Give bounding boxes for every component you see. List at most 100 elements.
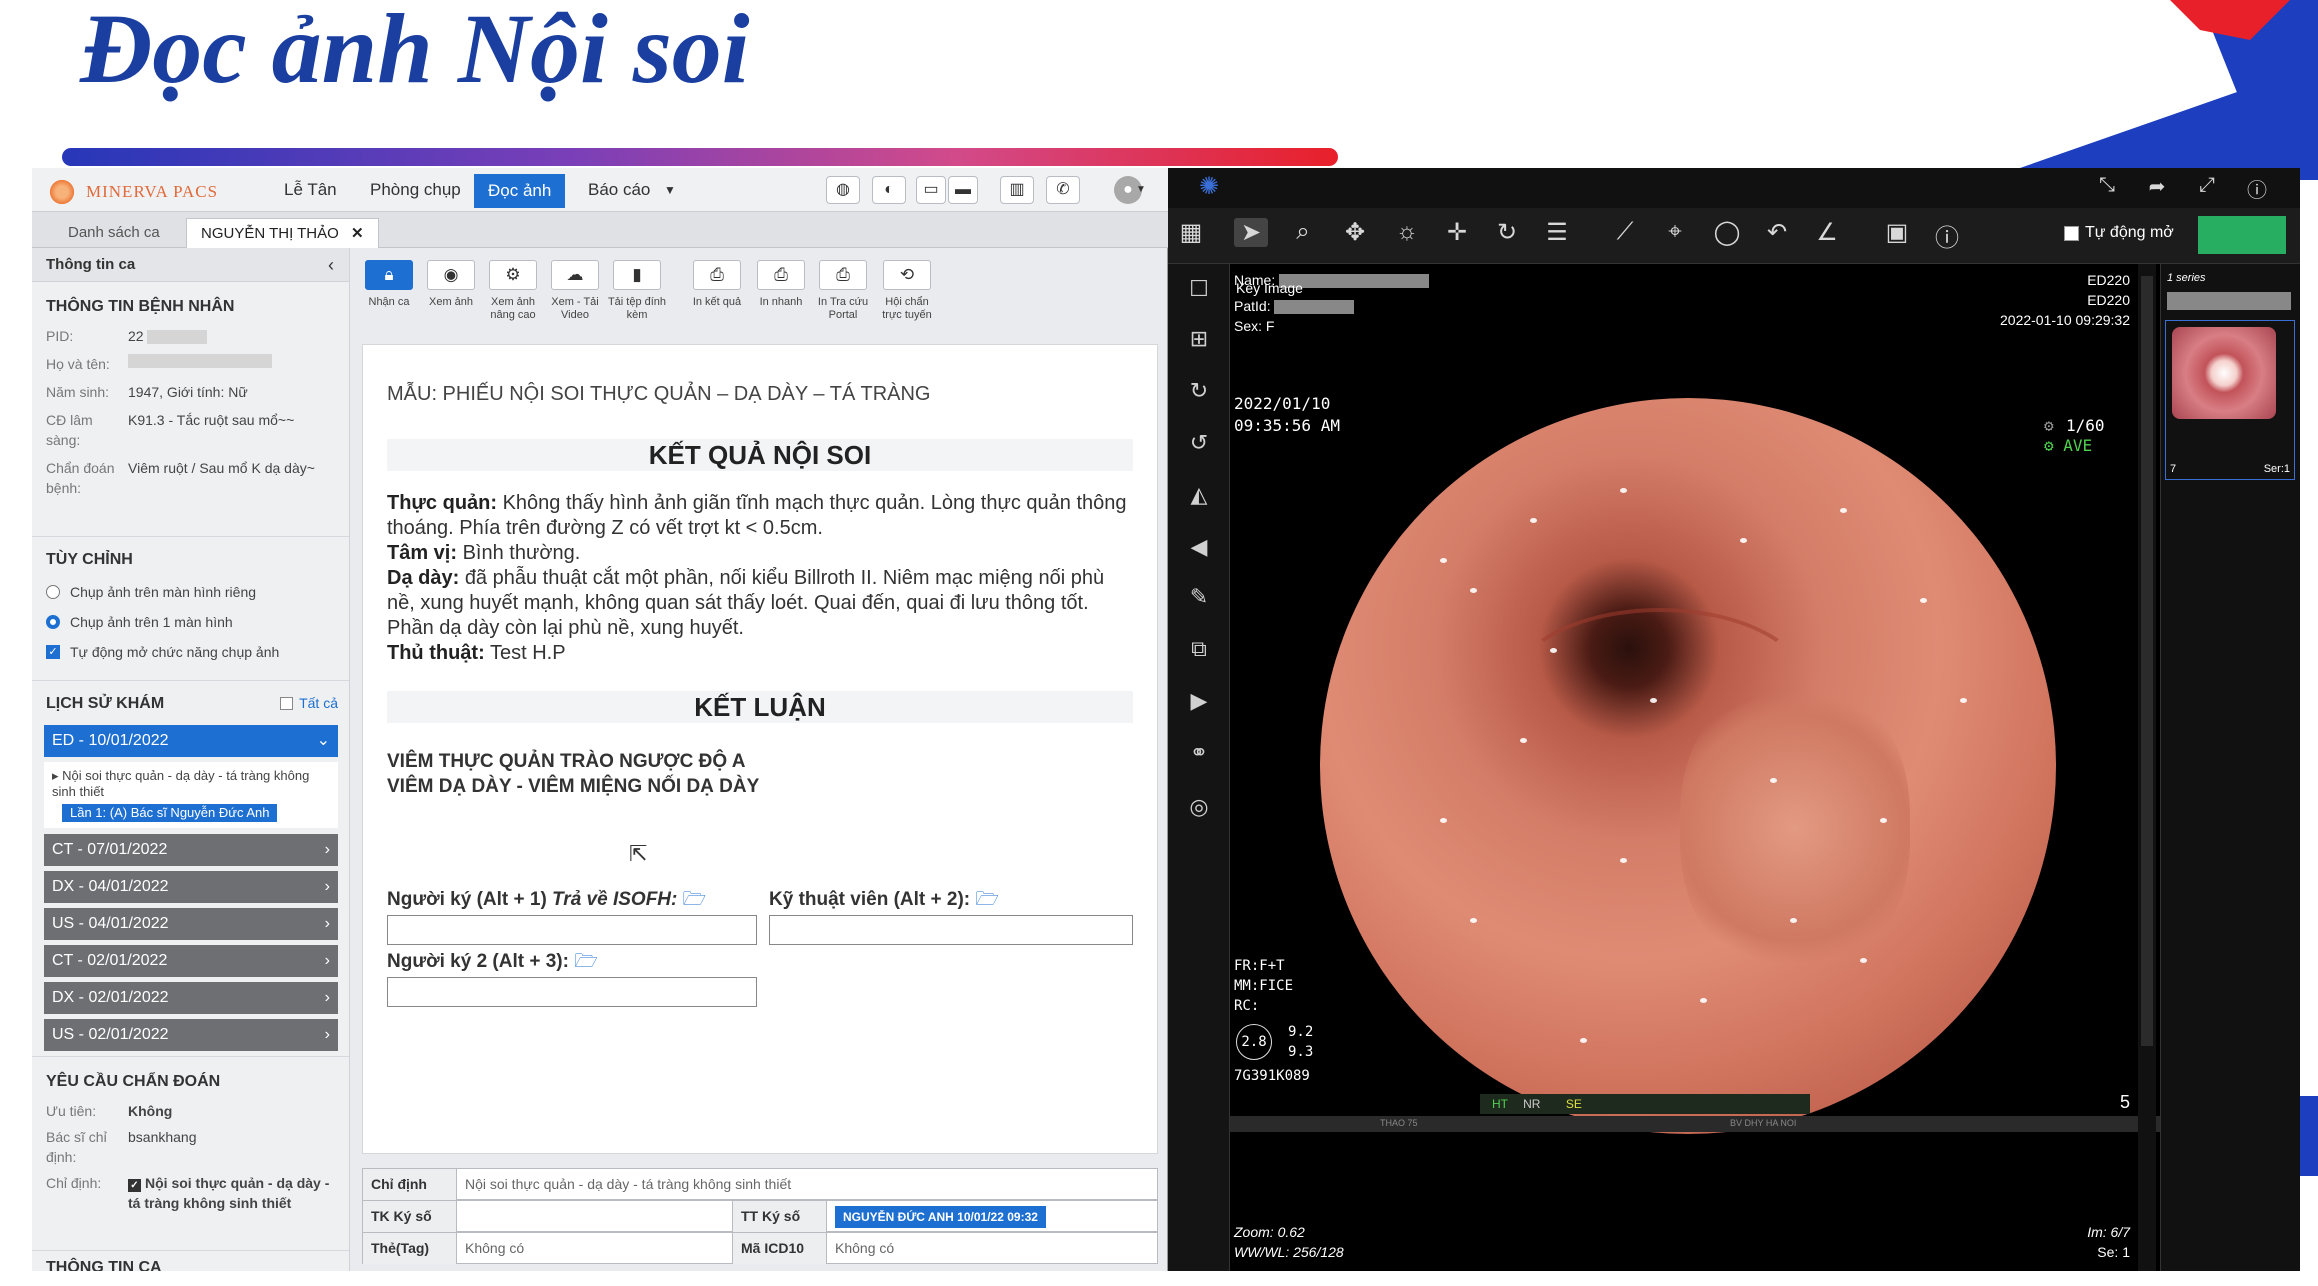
flip-horizontal-icon[interactable]: ◭ (1182, 482, 1216, 508)
layout-single-icon[interactable]: ☐ (1182, 276, 1216, 302)
ruler-icon[interactable]: ⟋ (1608, 218, 1642, 246)
auto-open-checkbox[interactable]: Tự động mở (2064, 224, 2174, 242)
cloud-upload-icon: ☁ (551, 260, 599, 290)
share-icon[interactable]: ➦ (2140, 174, 2174, 199)
crosshair-icon[interactable]: ✛ (1440, 218, 1474, 247)
chevron-right-icon: › (324, 878, 330, 895)
scroll-stack-icon[interactable]: ☰ (1540, 218, 1574, 247)
chart-icon[interactable]: ▥ (1000, 176, 1034, 204)
history-item[interactable]: DX - 02/01/2022 › (44, 982, 338, 1014)
viewport-scrollbar[interactable] (2138, 264, 2156, 1271)
option-separate-screen[interactable]: Chụp ảnh trên màn hình riêng (32, 577, 349, 607)
radio-icon[interactable] (46, 585, 60, 599)
advanced-view-button[interactable]: ⚙ Xem ảnh nâng cao (482, 260, 544, 322)
history-all-checkbox[interactable]: Tất cả (280, 695, 338, 711)
rotate-left-icon[interactable]: ↺ (1182, 430, 1216, 456)
signer1-field[interactable] (387, 915, 757, 945)
specular-highlight (1580, 1038, 1587, 1043)
eye-icon: ◉ (427, 260, 475, 290)
receive-case-button[interactable]: 🔒︎ Nhận ca (358, 260, 420, 309)
video-button[interactable]: ☁ Xem - Tải Video (544, 260, 606, 322)
zoom-icon[interactable]: ⌕ (1286, 218, 1320, 246)
globe-icon[interactable]: ◍ (826, 176, 860, 204)
single-screen-icon[interactable]: ▭ (916, 176, 946, 204)
history-item[interactable]: US - 02/01/2022 › (44, 1019, 338, 1051)
cardia-text: Bình thường. (462, 542, 581, 564)
patid-label: PatId: (1234, 298, 1355, 315)
ellipse-roi-icon[interactable]: ◯ (1710, 218, 1744, 247)
history-reading-entry[interactable]: Lần 1: (A) Bác sĩ Nguyễn Đức Anh (62, 804, 278, 822)
attachment-button[interactable]: ▮ Tải tệp đính kèm (606, 260, 668, 322)
green-action-button[interactable] (2198, 216, 2286, 254)
undo-icon[interactable]: ↶ (1760, 218, 1794, 247)
info-circle-icon[interactable]: ⓘ (2240, 174, 2274, 203)
tt-value: NGUYỄN ĐỨC ANH 10/01/22 09:32 (827, 1201, 1157, 1232)
app-logo[interactable]: MINERVA PACS (48, 178, 218, 206)
brightness-icon[interactable]: ☼ (1390, 218, 1424, 246)
series-thumbnail[interactable]: 7 Ser:1 (2165, 320, 2295, 480)
fullscreen-icon[interactable]: ⤢ (2190, 174, 2224, 197)
close-tab-icon[interactable]: ✕ (351, 225, 364, 242)
edit-icon[interactable]: ✎ (1182, 584, 1216, 610)
report-document[interactable]: MẪU: PHIẾU NỘI SOI THỰC QUẢN – DẠ DÀY – … (362, 344, 1158, 1154)
checkbox-checked-icon[interactable]: ✓ (46, 645, 60, 659)
pan-icon[interactable]: ✥ (1338, 218, 1372, 247)
history-item[interactable]: DX - 04/01/2022 › (44, 871, 338, 903)
online-consult-button[interactable]: ⟲ Hội chẩn trực tuyến (876, 260, 938, 322)
layout-grid-icon[interactable]: ⊞ (1182, 326, 1216, 352)
history-procedure[interactable]: ▸ Nội soi thực quản - dạ dày - tá tràng … (52, 768, 330, 800)
option-single-screen[interactable]: Chụp ảnh trên 1 màn hình (32, 607, 349, 637)
rotate-icon[interactable]: ↻ (1490, 218, 1524, 247)
angle-icon[interactable]: ∠ (1810, 218, 1844, 247)
findings-text[interactable]: Thực quản: Không thấy hình ảnh giãn tĩnh… (387, 491, 1127, 666)
meter-a: 9.2 (1288, 1024, 1314, 1040)
tab-case-list[interactable]: Danh sách ca (54, 218, 174, 248)
contrast-icon[interactable]: ◐ (872, 176, 906, 204)
portal-print-button[interactable]: ⎙ In Tra cứu Portal (812, 260, 874, 322)
request-title: YÊU CẦU CHẨN ĐOÁN (46, 1073, 221, 1090)
pacs-window: MINERVA PACS Lễ Tân Phòng chụp Đọc ảnh B… (32, 168, 1168, 1271)
history-item[interactable]: CT - 07/01/2022 › (44, 834, 338, 866)
pointer-icon[interactable]: ➤ (1234, 218, 1268, 247)
grid-menu-icon[interactable]: ▦ (1174, 218, 1208, 247)
nav-more-chevron-icon[interactable]: ▼ (656, 168, 684, 212)
scroll-thumb[interactable] (2141, 276, 2153, 1046)
nav-le-tan[interactable]: Lễ Tân (270, 168, 351, 212)
print-result-button[interactable]: ⎙ In kết quả (686, 260, 748, 309)
phone-icon[interactable]: ✆ (1046, 176, 1080, 204)
copy-icon[interactable]: ⧉ (1182, 636, 1216, 662)
technician-field[interactable] (769, 915, 1133, 945)
user-menu-chevron-icon[interactable]: ▼ (1136, 168, 1146, 212)
conclusion-text[interactable]: VIÊM THỰC QUẢN TRÀO NGƯỢC ĐỘ A VIÊM DẠ D… (387, 749, 759, 799)
history-item[interactable]: US - 04/01/2022 › (44, 908, 338, 940)
radio-selected-icon[interactable] (46, 615, 60, 629)
link-icon[interactable]: ⚭ (1182, 740, 1216, 766)
info-icon[interactable]: ⓘ (1930, 218, 1964, 253)
form-template-title: MẪU: PHIẾU NỘI SOI THỰC QUẢN – DẠ DÀY – … (387, 383, 931, 405)
fit-screen-icon[interactable]: ⤡ (2090, 174, 2124, 197)
chevron-right-icon: › (324, 989, 330, 1006)
signed-badge[interactable]: NGUYỄN ĐỨC ANH 10/01/22 09:32 (835, 1206, 1046, 1228)
view-image-button[interactable]: ◉ Xem ảnh (420, 260, 482, 309)
collapse-chevron-icon[interactable]: ‹ (328, 248, 334, 282)
nav-bao-cao[interactable]: Báo cáo (574, 168, 664, 212)
visibility-icon[interactable]: ◎ (1182, 794, 1216, 820)
option-auto-open[interactable]: ✓ Tự động mở chức năng chụp ảnh (32, 637, 349, 667)
tab-patient[interactable]: NGUYỄN THỊ THẢO ✕ (186, 218, 379, 248)
flip-vertical-icon[interactable]: ◀ (1182, 534, 1216, 560)
sun-logo-icon (48, 178, 76, 206)
rotate-right-icon[interactable]: ↻ (1182, 378, 1216, 404)
history-item-active[interactable]: ED - 10/01/2022 ⌄ (44, 725, 338, 757)
quick-print-button[interactable]: ⎙ In nhanh (750, 260, 812, 309)
dual-screen-icon[interactable]: ▬ (948, 176, 978, 204)
endoscopy-image[interactable] (1320, 398, 2056, 1134)
history-item[interactable]: CT - 02/01/2022 › (44, 945, 338, 977)
conclusion-title: KẾT LUẬN (387, 691, 1133, 723)
save-icon[interactable]: ▣ (1880, 218, 1914, 247)
nav-phong-chup[interactable]: Phòng chụp (356, 168, 475, 212)
signer2-field[interactable] (387, 977, 757, 1007)
probe-icon[interactable]: ⌖ (1658, 218, 1692, 246)
nav-doc-anh[interactable]: Đọc ảnh (474, 174, 566, 208)
play-icon[interactable]: ▶ (1182, 688, 1216, 714)
viewport[interactable]: Key Image Name: PatId: Sex: F ED220 ED220… (1230, 264, 2160, 1271)
